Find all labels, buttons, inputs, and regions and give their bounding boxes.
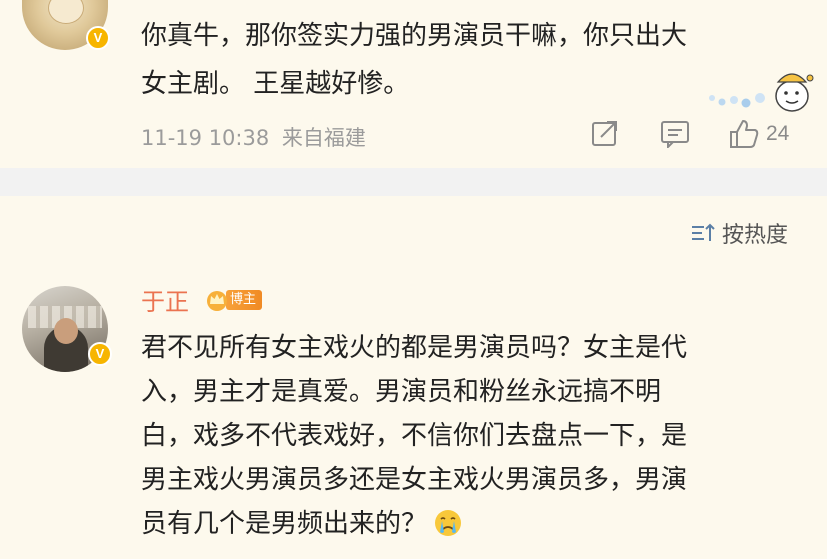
timestamp: 11-19 10:38 xyxy=(141,126,270,150)
comment-text-line: 入，男主才是真爱。男演员和粉丝永远搞不明 xyxy=(141,377,662,407)
comment-meta: 11-19 10:38 来自福建 xyxy=(141,122,366,152)
location: 来自福建 xyxy=(281,126,366,150)
decoration-sticker-icon xyxy=(709,73,814,112)
verified-badge-icon: V xyxy=(86,26,110,50)
comment-text-line: 你真牛，那你签实力强的男演员干嘛，你只出大 xyxy=(141,21,688,51)
sort-icon xyxy=(692,223,715,241)
comment-text-line: 白，戏多不代表戏好，不信你们去盘点一下，是 xyxy=(141,421,688,451)
comment-card-1: V 你真牛，那你签实力强的男演员干嘛，你只出大 女主剧。 王星越好惨。 11-1… xyxy=(0,0,827,168)
like-icon[interactable] xyxy=(728,118,760,150)
sort-button[interactable]: 按热度 xyxy=(690,218,788,248)
like-count: 24 xyxy=(766,122,790,145)
comment-text-line: 员有几个是男频出来的？ xyxy=(141,509,428,539)
blogger-badge: 博主 xyxy=(204,288,263,312)
avatar-head xyxy=(54,318,78,344)
username[interactable]: 于正 xyxy=(141,282,189,317)
divider xyxy=(0,168,827,196)
badge-label: 博主 xyxy=(226,290,263,310)
crown-icon xyxy=(207,291,227,311)
comment-text-line: 君不见所有女主戏火的都是男演员吗？女主是代 xyxy=(141,333,688,363)
comment-text-line: 男主戏火男演员多还是女主戏火男演员多，男演 xyxy=(141,465,688,495)
comment-text-line: 女主剧。 王星越好惨。 xyxy=(141,69,410,99)
share-icon[interactable] xyxy=(590,118,620,148)
avatar-face xyxy=(48,0,84,24)
verified-badge-icon: V xyxy=(88,342,112,366)
comment-text: 你真牛，那你签实力强的男演员干嘛，你只出大 女主剧。 王星越好惨。 xyxy=(141,12,791,108)
crying-face-emoji xyxy=(435,510,462,536)
comment-icon[interactable] xyxy=(660,118,690,148)
sort-label: 按热度 xyxy=(722,223,789,248)
comment-text-line-last: 员有几个是男频出来的？ xyxy=(141,502,791,546)
comment-text: 君不见所有女主戏火的都是男演员吗？女主是代 入，男主才是真爱。男演员和粉丝永远搞… xyxy=(141,326,791,546)
